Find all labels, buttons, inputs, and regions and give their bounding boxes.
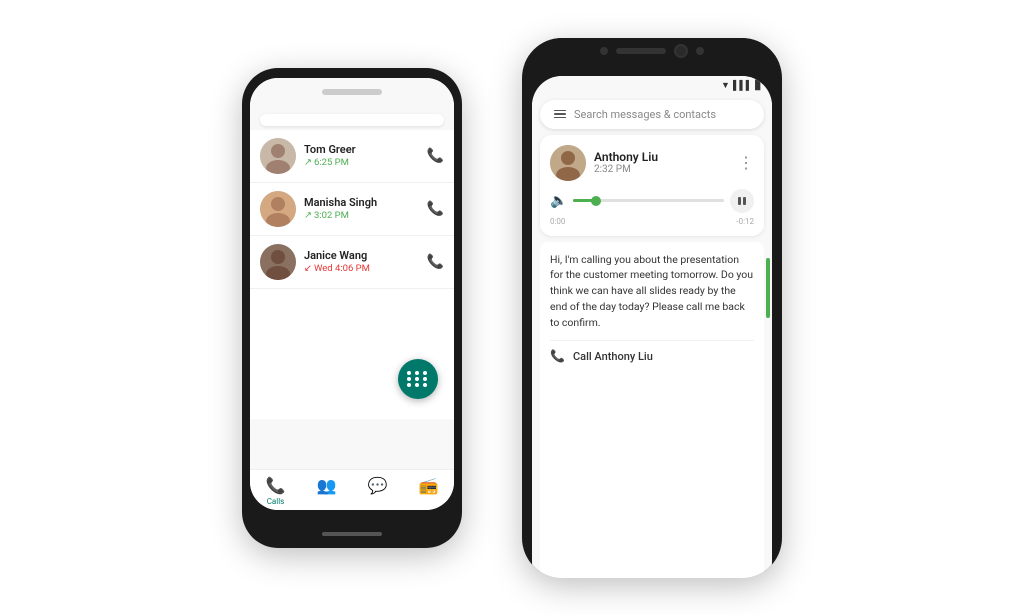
search-box[interactable]: Search messages & contacts (540, 100, 764, 129)
call-direction-icon: ↗ (304, 157, 312, 168)
call-direction-icon: ↗ (304, 210, 312, 221)
contact-name: Tom Greer (304, 143, 427, 156)
status-bar: ▼ ▌▌▌ ▊ (532, 76, 772, 96)
list-item[interactable]: Tom Greer ↗ 6:25 PM 📞 (250, 130, 454, 183)
contact-info: Tom Greer ↗ 6:25 PM (304, 143, 427, 168)
call-time: Wed 4:06 PM (314, 263, 370, 274)
contact-name: Manisha Singh (304, 196, 427, 209)
call-button[interactable]: 📞 (427, 254, 444, 270)
audio-progress-fill (573, 199, 596, 202)
time-labels: 0:00 -0:12 (550, 217, 754, 226)
call-action-label: Call Anthony Liu (573, 350, 653, 363)
front-camera (674, 44, 688, 58)
list-item[interactable]: Janice Wang ↙ Wed 4:06 PM 📞 (250, 236, 454, 289)
contact-time-missed: ↙ Wed 4:06 PM (304, 263, 427, 274)
left-phone: Tom Greer ↗ 6:25 PM 📞 (242, 68, 462, 548)
status-icons: ▼ ▌▌▌ ▊ (721, 80, 762, 91)
home-indicator (322, 532, 382, 536)
contacts-icon: 👥 (317, 476, 337, 495)
sender-name: Anthony Liu (594, 150, 730, 164)
contact-time: ↗ 6:25 PM (304, 157, 427, 168)
message-header: Anthony Liu 2:32 PM ⋮ (550, 145, 754, 181)
sensor-dot (600, 47, 608, 55)
avatar (260, 138, 296, 174)
voicemail-icon: 📻 (419, 476, 439, 495)
menu-icon (554, 110, 566, 119)
right-phone: ▼ ▌▌▌ ▊ Search messages & contacts (522, 38, 782, 578)
avatar (260, 191, 296, 227)
sender-info: Anthony Liu 2:32 PM (594, 150, 730, 175)
message-text-area: Hi, I'm calling you about the presentati… (540, 242, 764, 578)
call-button[interactable]: 📞 (427, 201, 444, 217)
missed-call-icon: ↙ (304, 263, 312, 274)
wifi-icon: ▼ (721, 80, 730, 91)
audio-progress-thumb (591, 196, 601, 206)
message-time: 2:32 PM (594, 164, 730, 175)
pause-button[interactable] (730, 189, 754, 213)
speaker-icon: 🔈 (550, 193, 567, 209)
call-action[interactable]: 📞 Call Anthony Liu (550, 340, 754, 363)
search-area: Search messages & contacts (532, 96, 772, 135)
dial-pad-fab[interactable] (398, 359, 438, 399)
camera-area (522, 38, 782, 64)
nav-item-voicemail[interactable]: 📻 (403, 476, 454, 506)
left-search-area (250, 106, 454, 130)
list-item[interactable]: Manisha Singh ↗ 3:02 PM 📞 (250, 183, 454, 236)
left-top-bar (250, 78, 454, 106)
scrollbar[interactable] (766, 258, 770, 318)
nav-item-calls[interactable]: 📞 Calls (250, 476, 301, 506)
earpiece (616, 48, 666, 54)
right-phone-screen: ▼ ▌▌▌ ▊ Search messages & contacts (532, 76, 772, 578)
speaker-grill (322, 89, 382, 95)
contact-name: Janice Wang (304, 249, 427, 262)
signal-icon: ▌▌▌ (733, 80, 752, 91)
messages-icon: 💬 (368, 476, 388, 495)
audio-player: 🔈 (550, 189, 754, 213)
contact-time: ↗ 3:02 PM (304, 210, 427, 221)
call-action-icon: 📞 (550, 349, 565, 363)
nav-item-messages[interactable]: 💬 (352, 476, 403, 506)
avatar (260, 244, 296, 280)
pause-icon (738, 197, 746, 205)
message-card: Anthony Liu 2:32 PM ⋮ 🔈 (540, 135, 764, 236)
more-options-button[interactable]: ⋮ (738, 155, 754, 171)
current-time: 0:00 (550, 217, 565, 226)
call-button[interactable]: 📞 (427, 148, 444, 164)
left-phone-screen: Tom Greer ↗ 6:25 PM 📞 (250, 78, 454, 510)
bottom-navigation: 📞 Calls 👥 💬 📻 (250, 469, 454, 510)
search-placeholder: Search messages & contacts (574, 108, 716, 121)
audio-progress-bar[interactable] (573, 199, 724, 202)
nav-label-calls: Calls (267, 497, 285, 506)
call-time: 6:25 PM (314, 157, 349, 168)
remaining-time: -0:12 (736, 217, 754, 226)
sensor-dot-2 (696, 47, 704, 55)
nav-item-contacts[interactable]: 👥 (301, 476, 352, 506)
sender-avatar (550, 145, 586, 181)
contact-info: Janice Wang ↙ Wed 4:06 PM (304, 249, 427, 274)
dialpad-icon (407, 371, 429, 387)
left-search-box (260, 114, 444, 126)
contact-info: Manisha Singh ↗ 3:02 PM (304, 196, 427, 221)
call-time: 3:02 PM (314, 210, 349, 221)
message-body: Hi, I'm calling you about the presentati… (550, 252, 754, 331)
battery-icon: ▊ (755, 81, 762, 91)
calls-icon: 📞 (266, 476, 286, 495)
home-bar (242, 520, 462, 548)
